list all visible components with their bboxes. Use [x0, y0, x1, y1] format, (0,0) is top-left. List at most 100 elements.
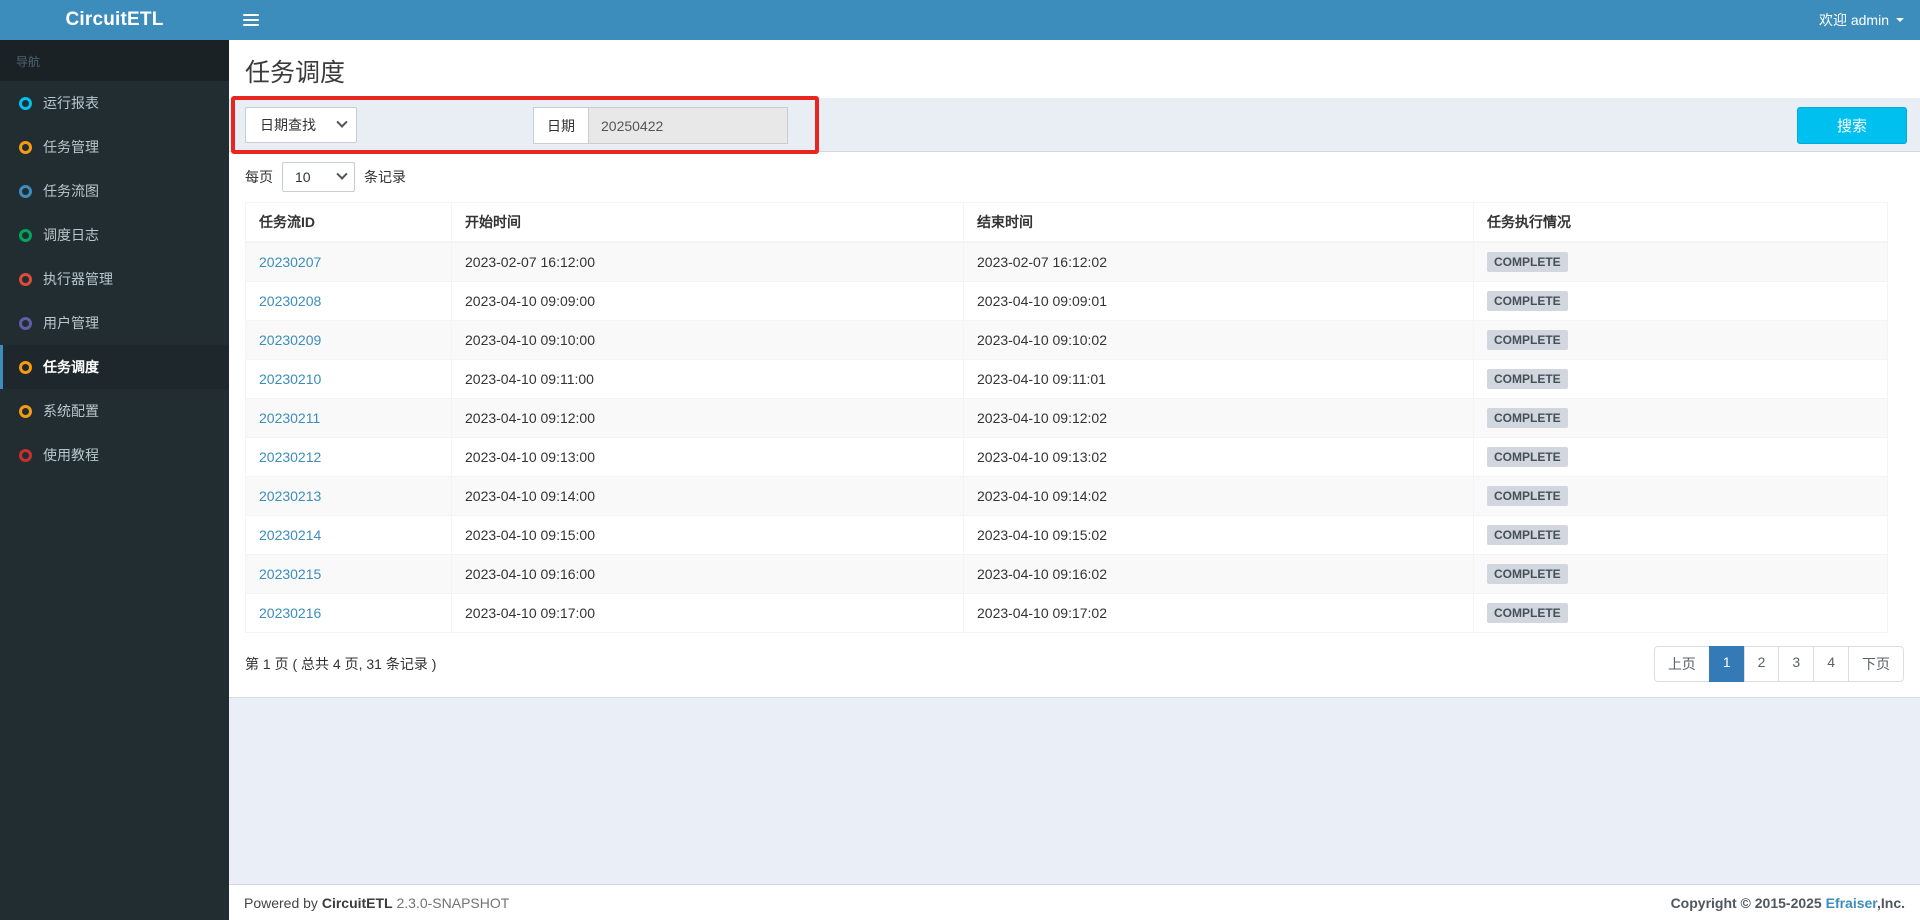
date-input-group: 日期 [533, 107, 788, 144]
task-flow-id-link[interactable]: 20230215 [259, 566, 321, 582]
sidebar-item-调度日志[interactable]: 调度日志 [0, 213, 229, 257]
end-time-cell: 2023-04-10 09:10:02 [963, 320, 1474, 360]
main-content: 任务调度 日期查找 日期 搜索 每页 10 条记录 [229, 40, 1920, 920]
pagination-row: 第 1 页 ( 总共 4 页, 31 条记录 ) 上页 1 2 3 4 下页 [229, 633, 1920, 697]
sidebar-item-执行器管理[interactable]: 执行器管理 [0, 257, 229, 301]
start-time-cell: 2023-02-07 16:12:00 [451, 241, 964, 282]
table-row: 20230213 2023-04-10 09:14:00 2023-04-10 09… [245, 476, 1888, 516]
start-time-cell: 2023-04-10 09:17:00 [451, 593, 964, 633]
date-label: 日期 [533, 107, 588, 144]
task-flow-id-cell: 20230216 [245, 593, 452, 633]
content-card: 任务调度 日期查找 日期 搜索 每页 10 条记录 [229, 40, 1920, 697]
search-type-value: 日期查找 [260, 116, 316, 133]
user-menu[interactable]: 欢迎 admin [1803, 0, 1920, 40]
navbar: 欢迎 admin [229, 0, 1920, 40]
task-flow-id-link[interactable]: 20230212 [259, 449, 321, 465]
task-flow-id-link[interactable]: 20230207 [259, 254, 321, 270]
pagination-info: 第 1 页 ( 总共 4 页, 31 条记录 ) [245, 656, 437, 672]
task-flow-id-link[interactable]: 20230210 [259, 371, 321, 387]
sidebar-item-系统配置[interactable]: 系统配置 [0, 389, 229, 433]
search-form: 日期查找 日期 搜索 [229, 96, 1920, 154]
status-badge: COMPLETE [1487, 525, 1568, 545]
prev-page-button[interactable]: 上页 [1653, 646, 1710, 682]
start-time-cell: 2023-04-10 09:12:00 [451, 398, 964, 438]
footer-version: 2.3.0-SNAPSHOT [396, 894, 510, 911]
sidebar: 导航 运行报表 任务管理 任务流图 调度日志 执行器管理 用户管理 任务调度 系统配置 使用教程 [0, 40, 229, 920]
page-button-3[interactable]: 3 [1778, 646, 1815, 682]
page-button-1[interactable]: 1 [1708, 646, 1745, 682]
task-flow-id-link[interactable]: 20230216 [259, 605, 321, 621]
page-button-4[interactable]: 4 [1813, 646, 1849, 682]
start-time-cell: 2023-04-10 09:16:00 [451, 554, 964, 594]
circle-icon [19, 360, 32, 374]
sidebar-item-任务管理[interactable]: 任务管理 [0, 125, 229, 169]
status-badge: COMPLETE [1487, 564, 1568, 584]
footer: Powered by CircuitETL 2.3.0-SNAPSHOT Cop… [229, 884, 1920, 920]
date-input[interactable] [588, 107, 788, 144]
table-header-row: 任务流ID 开始时间 结束时间 任务执行情况 [245, 202, 1888, 243]
start-time-cell: 2023-04-10 09:10:00 [451, 320, 964, 360]
table-row: 20230208 2023-04-10 09:09:00 2023-04-10 09… [245, 281, 1888, 321]
task-flow-id-link[interactable]: 20230211 [259, 410, 320, 426]
caret-down-icon [1896, 18, 1904, 22]
table-row: 20230214 2023-04-10 09:15:00 2023-04-10 09… [245, 515, 1888, 555]
task-flow-id-link[interactable]: 20230209 [259, 332, 321, 348]
task-flow-id-cell: 20230213 [245, 476, 452, 516]
task-flow-id-cell: 20230214 [245, 515, 452, 555]
sidebar-item-任务流图[interactable]: 任务流图 [0, 169, 229, 213]
circle-icon [19, 228, 32, 242]
end-time-cell: 2023-04-10 09:17:02 [963, 593, 1474, 633]
sidebar-item-label: 用户管理 [43, 315, 99, 331]
next-page-button[interactable]: 下页 [1848, 646, 1904, 682]
sidebar-item-label: 任务管理 [43, 139, 99, 155]
task-flow-id-link[interactable]: 20230214 [259, 527, 321, 543]
page-size-select[interactable]: 10 [282, 162, 355, 192]
task-flow-id-cell: 20230207 [245, 241, 452, 282]
table-row: 20230210 2023-04-10 09:11:00 2023-04-10 09… [245, 359, 1888, 399]
circle-icon [19, 316, 32, 330]
company-link[interactable]: Efraiser [1826, 895, 1877, 911]
status-badge: COMPLETE [1487, 447, 1568, 467]
task-flow-id-cell: 20230212 [245, 437, 452, 477]
page-button-2[interactable]: 2 [1743, 646, 1780, 682]
task-flow-id-cell: 20230210 [245, 359, 452, 399]
start-time-cell: 2023-04-10 09:09:00 [451, 281, 964, 321]
status-cell: COMPLETE [1473, 241, 1888, 282]
end-time-cell: 2023-04-10 09:14:02 [963, 476, 1474, 516]
welcome-label: 欢迎 admin [1818, 12, 1889, 28]
status-badge: COMPLETE [1487, 369, 1568, 389]
status-badge: COMPLETE [1487, 330, 1568, 350]
status-badge: COMPLETE [1487, 291, 1568, 311]
sidebar-item-任务调度[interactable]: 任务调度 [0, 345, 229, 389]
app-logo: CircuitETL [0, 0, 229, 40]
task-flow-id-link[interactable]: 20230213 [259, 488, 321, 504]
sidebar-item-运行报表[interactable]: 运行报表 [0, 81, 229, 125]
status-cell: COMPLETE [1473, 437, 1888, 477]
circle-icon [19, 272, 32, 286]
column-header-end-time: 结束时间 [963, 202, 1474, 243]
status-cell: COMPLETE [1473, 281, 1888, 321]
search-type-select[interactable]: 日期查找 [245, 106, 357, 143]
column-header-start-time: 开始时间 [451, 202, 964, 243]
sidebar-item-label: 系统配置 [43, 403, 99, 419]
circle-icon [19, 404, 32, 418]
sidebar-item-使用教程[interactable]: 使用教程 [0, 433, 229, 477]
task-flow-id-link[interactable]: 20230208 [259, 293, 321, 309]
start-time-cell: 2023-04-10 09:15:00 [451, 515, 964, 555]
status-cell: COMPLETE [1473, 593, 1888, 633]
start-time-cell: 2023-04-10 09:13:00 [451, 437, 964, 477]
circle-icon [19, 184, 32, 198]
footer-powered-by: Powered by CircuitETL 2.3.0-SNAPSHOT [244, 894, 510, 911]
page-title: 任务调度 [245, 59, 346, 87]
search-button[interactable]: 搜索 [1797, 107, 1907, 144]
end-time-cell: 2023-04-10 09:15:02 [963, 515, 1474, 555]
page-size-row: 每页 10 条记录 [229, 152, 1920, 201]
end-time-cell: 2023-04-10 09:12:02 [963, 398, 1474, 438]
start-time-cell: 2023-04-10 09:14:00 [451, 476, 964, 516]
status-badge: COMPLETE [1487, 486, 1568, 506]
end-time-cell: 2023-04-10 09:09:01 [963, 281, 1474, 321]
hamburger-icon [243, 14, 259, 26]
status-cell: COMPLETE [1473, 359, 1888, 399]
sidebar-item-用户管理[interactable]: 用户管理 [0, 301, 229, 345]
sidebar-toggle-button[interactable] [229, 0, 273, 40]
